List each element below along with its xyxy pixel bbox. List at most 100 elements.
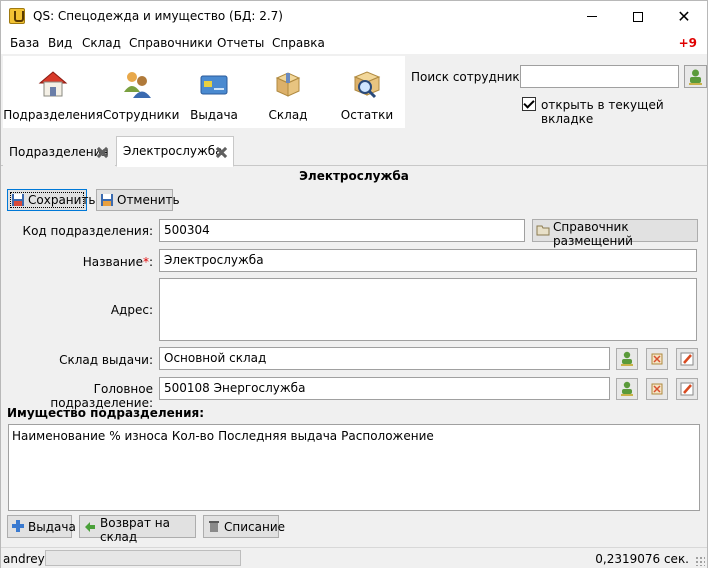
department-code-field[interactable]: 500304	[159, 219, 525, 242]
menu-view[interactable]: Вид	[48, 36, 72, 50]
main-toolbar: Подразделения Сотрудники Выдача Склад Ос…	[3, 56, 405, 128]
column-header-name[interactable]: Наименование	[12, 429, 105, 443]
address-textarea[interactable]	[159, 278, 697, 341]
parent-clear-button[interactable]	[646, 378, 668, 400]
form-title: Электрослужба	[299, 169, 409, 183]
toolbar-stock-button[interactable]: Остатки	[333, 56, 401, 128]
open-in-current-tab-checkbox[interactable]	[522, 97, 536, 111]
employee-search-input[interactable]	[520, 65, 679, 88]
employee-search-button[interactable]	[684, 65, 707, 88]
menu-warehouse[interactable]: Склад	[82, 36, 121, 50]
return-to-warehouse-button[interactable]: Возврат на склад	[79, 515, 196, 544]
card-icon	[200, 75, 228, 95]
cancel-floppy-icon	[101, 194, 113, 206]
tab-label: Подразделения	[9, 145, 109, 159]
employee-search-label: Поиск сотрудника:	[411, 70, 532, 84]
column-header-quantity[interactable]: Кол-во	[172, 429, 214, 443]
cancel-label: Отменить	[117, 193, 180, 207]
tab-electro-service[interactable]: Электрослужба	[116, 136, 234, 167]
folder-icon	[536, 225, 550, 236]
name-field[interactable]: Электрослужба	[159, 249, 697, 272]
warehouse-select-button[interactable]	[616, 348, 638, 370]
menu-base[interactable]: База	[10, 36, 39, 50]
toolbar-label: Сотрудники	[103, 108, 180, 122]
toolbar-employees-button[interactable]: Сотрудники	[103, 56, 180, 128]
edit-icon	[680, 352, 694, 366]
maximize-button[interactable]	[615, 1, 661, 32]
clear-icon	[651, 353, 663, 365]
issue-label: Выдача	[28, 519, 76, 534]
close-button[interactable]: ✕	[661, 1, 707, 32]
floppy-icon	[12, 194, 24, 206]
resize-grip[interactable]	[695, 556, 705, 566]
write-off-button[interactable]: Списание	[203, 515, 285, 538]
address-label: Адрес:	[110, 303, 153, 317]
tab-departments[interactable]: Подразделения	[3, 138, 115, 166]
close-icon[interactable]	[97, 147, 108, 158]
plus-icon	[12, 520, 24, 532]
status-user: andrey	[3, 552, 45, 566]
magnifier-box-icon	[353, 71, 381, 99]
name-label-text: Название	[82, 255, 143, 269]
column-header-location[interactable]: Расположение	[341, 429, 434, 443]
minimize-icon	[587, 16, 597, 17]
status-bar: andrey 0,2319076 сек.	[1, 547, 707, 568]
toolbar-label: Выдача	[190, 108, 238, 122]
status-time: 0,2319076 сек.	[595, 552, 689, 566]
menu-help[interactable]: Справка	[272, 36, 325, 50]
column-header-wear[interactable]: % износа	[109, 429, 168, 443]
people-icon	[124, 72, 151, 98]
toolbar-label: Склад	[268, 108, 308, 122]
parent-select-button[interactable]	[616, 378, 638, 400]
close-icon[interactable]	[216, 147, 227, 158]
warehouse-field[interactable]: Основной склад	[159, 347, 610, 370]
update-badge[interactable]: +9	[679, 36, 697, 50]
warehouse-label: Склад выдачи:	[59, 353, 153, 367]
placement-reference-button[interactable]: Справочник размещений	[532, 219, 698, 248]
property-table-header: Наименование % износа Кол-во Последняя выда…	[12, 429, 438, 443]
name-label-colon: :	[148, 255, 153, 269]
person-pick-icon	[621, 381, 633, 396]
menu-references[interactable]: Справочники	[129, 36, 212, 50]
return-arrow-icon	[85, 522, 95, 532]
save-button[interactable]: Сохранить	[7, 189, 96, 211]
placement-reference-label: Справочник размещений	[553, 220, 633, 248]
menu-reports[interactable]: Отчеты	[217, 36, 264, 50]
tab-bar: Подразделения Электрослужба	[1, 136, 707, 167]
person-search-icon	[689, 69, 702, 85]
minimize-button[interactable]	[569, 1, 615, 32]
close-icon: ✕	[677, 7, 691, 26]
toolbar-label: Остатки	[340, 108, 394, 122]
warehouse-clear-button[interactable]	[646, 348, 668, 370]
toolbar-departments-button[interactable]: Подразделения	[3, 56, 103, 128]
toolbar-label: Подразделения	[3, 108, 103, 122]
tab-label: Электрослужба	[123, 144, 223, 158]
issue-button[interactable]: Выдача	[7, 515, 76, 538]
edit-icon	[680, 382, 694, 396]
title-bar: QS: Спецодежда и имущество (БД: 2.7) ✕	[1, 1, 707, 32]
status-progress	[45, 550, 241, 566]
app-window: QS: Спецодежда и имущество (БД: 2.7) ✕ Б…	[0, 0, 708, 568]
house-icon	[38, 71, 68, 97]
clear-icon	[651, 383, 663, 395]
name-label: Название*:	[3, 255, 153, 269]
property-section-title: Имущество подразделения:	[7, 406, 205, 420]
department-code-label: Код подразделения:	[22, 224, 153, 238]
toolbar-issue-button[interactable]: Выдача	[181, 56, 247, 128]
maximize-icon	[633, 11, 643, 22]
parent-department-field[interactable]: 500108 Энергослужба	[159, 377, 610, 400]
property-table[interactable]: Наименование % износа Кол-во Последняя выда…	[8, 424, 700, 511]
column-header-last-issue[interactable]: Последняя выдача	[218, 429, 337, 443]
menu-bar: База Вид Склад Справочники Отчеты Справк…	[1, 32, 707, 54]
cancel-button[interactable]: Отменить	[96, 189, 180, 211]
open-in-current-tab-label[interactable]: открыть в текущей вкладке	[541, 98, 707, 126]
parent-edit-button[interactable]	[676, 378, 698, 400]
toolbar-warehouse-button[interactable]: Склад	[255, 56, 321, 128]
save-label: Сохранить	[28, 193, 96, 207]
trash-icon	[209, 521, 219, 532]
write-off-label: Списание	[224, 519, 286, 534]
window-title: QS: Спецодежда и имущество (БД: 2.7)	[33, 9, 283, 23]
warehouse-edit-button[interactable]	[676, 348, 698, 370]
person-pick-icon	[621, 351, 633, 366]
return-label: Возврат на склад	[100, 516, 171, 544]
